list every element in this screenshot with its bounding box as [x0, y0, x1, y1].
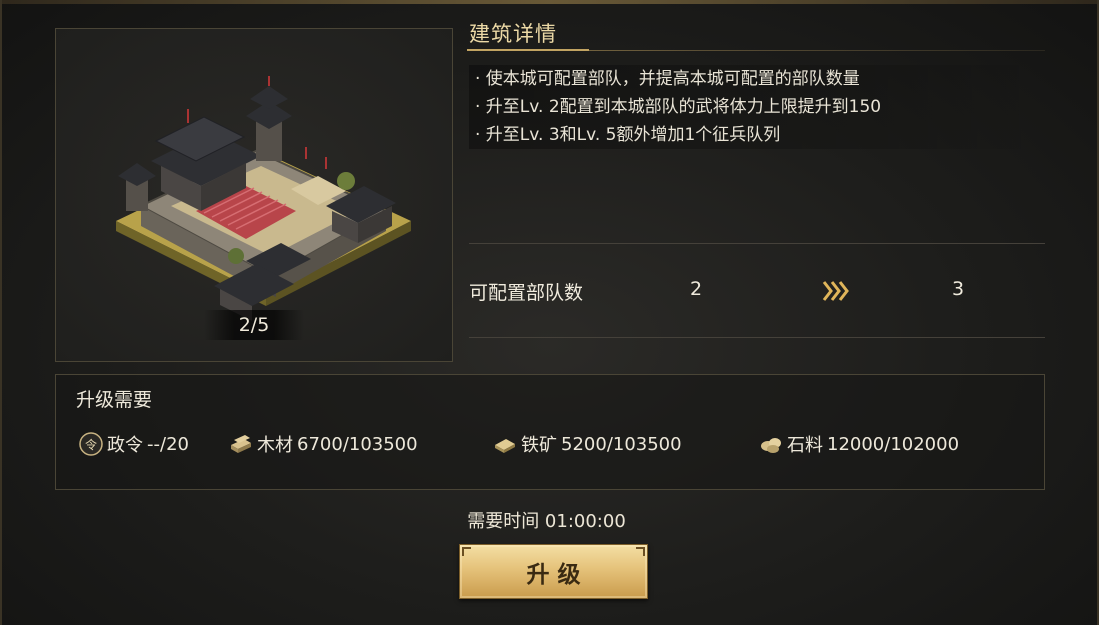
button-corner-ornament: [462, 547, 471, 556]
requirement-name: 政令: [107, 435, 143, 456]
requirement-iron: 铁矿 5200 /103500: [492, 431, 682, 457]
requirement-name: 铁矿: [521, 435, 557, 456]
building-effects-list: · 使本城可配置部队，并提高本城可配置的部队数量 · 升至Lv. 2配置到本城部…: [469, 65, 1044, 149]
requirement-have: --: [147, 433, 160, 455]
effect-item: · 升至Lv. 2配置到本城部队的武将体力上限提升到150: [469, 93, 1044, 121]
building-image-panel: 2/5: [55, 28, 453, 362]
building-details-title: 建筑详情: [469, 22, 557, 46]
requirement-stone: 石料 12000 /102000: [758, 431, 959, 457]
requirement-have: 12000: [827, 433, 885, 455]
section-divider: [469, 243, 1045, 244]
requirement-decree: 令 政令 -- /20: [78, 431, 189, 457]
barracks-building-image: [116, 76, 411, 321]
effect-item: · 升至Lv. 3和Lv. 5额外增加1个征兵队列: [469, 121, 1044, 149]
requirement-need: /103500: [606, 433, 682, 455]
stone-icon: [758, 431, 784, 457]
iron-icon: [492, 431, 518, 457]
section-divider: [469, 337, 1045, 338]
button-corner-ornament: [636, 547, 645, 556]
upgrade-time-text: 需要时间 01:00:00: [467, 511, 626, 532]
upgrade-requirements-panel: 升级需要 令 政令 -- /20 木材 6700 /103500 铁矿 5200…: [55, 374, 1045, 490]
capacity-label: 可配置部队数: [469, 282, 584, 304]
requirement-need: /102000: [884, 433, 960, 455]
building-level-label: 2/5: [204, 310, 304, 340]
decree-icon: 令: [78, 431, 104, 457]
svg-text:令: 令: [85, 437, 97, 452]
requirement-have: 5200: [561, 433, 607, 455]
upgrade-button-label: 升级: [526, 560, 589, 588]
top-border: [0, 0, 1099, 4]
capacity-next-value: 3: [952, 278, 965, 300]
capacity-current-value: 2: [690, 278, 703, 300]
triple-chevron-right-icon: [822, 281, 849, 301]
requirement-name: 木材: [257, 435, 293, 456]
requirements-title: 升级需要: [76, 389, 153, 411]
requirement-need: /103500: [342, 433, 418, 455]
title-accent-bar: [467, 49, 589, 51]
requirement-have: 6700: [297, 433, 343, 455]
requirement-wood: 木材 6700 /103500: [228, 431, 418, 457]
wood-icon: [228, 431, 254, 457]
requirement-need: /20: [160, 433, 189, 455]
upgrade-button[interactable]: 升级: [459, 544, 648, 599]
effect-item: · 使本城可配置部队，并提高本城可配置的部队数量: [469, 65, 1044, 93]
requirement-name: 石料: [787, 435, 823, 456]
